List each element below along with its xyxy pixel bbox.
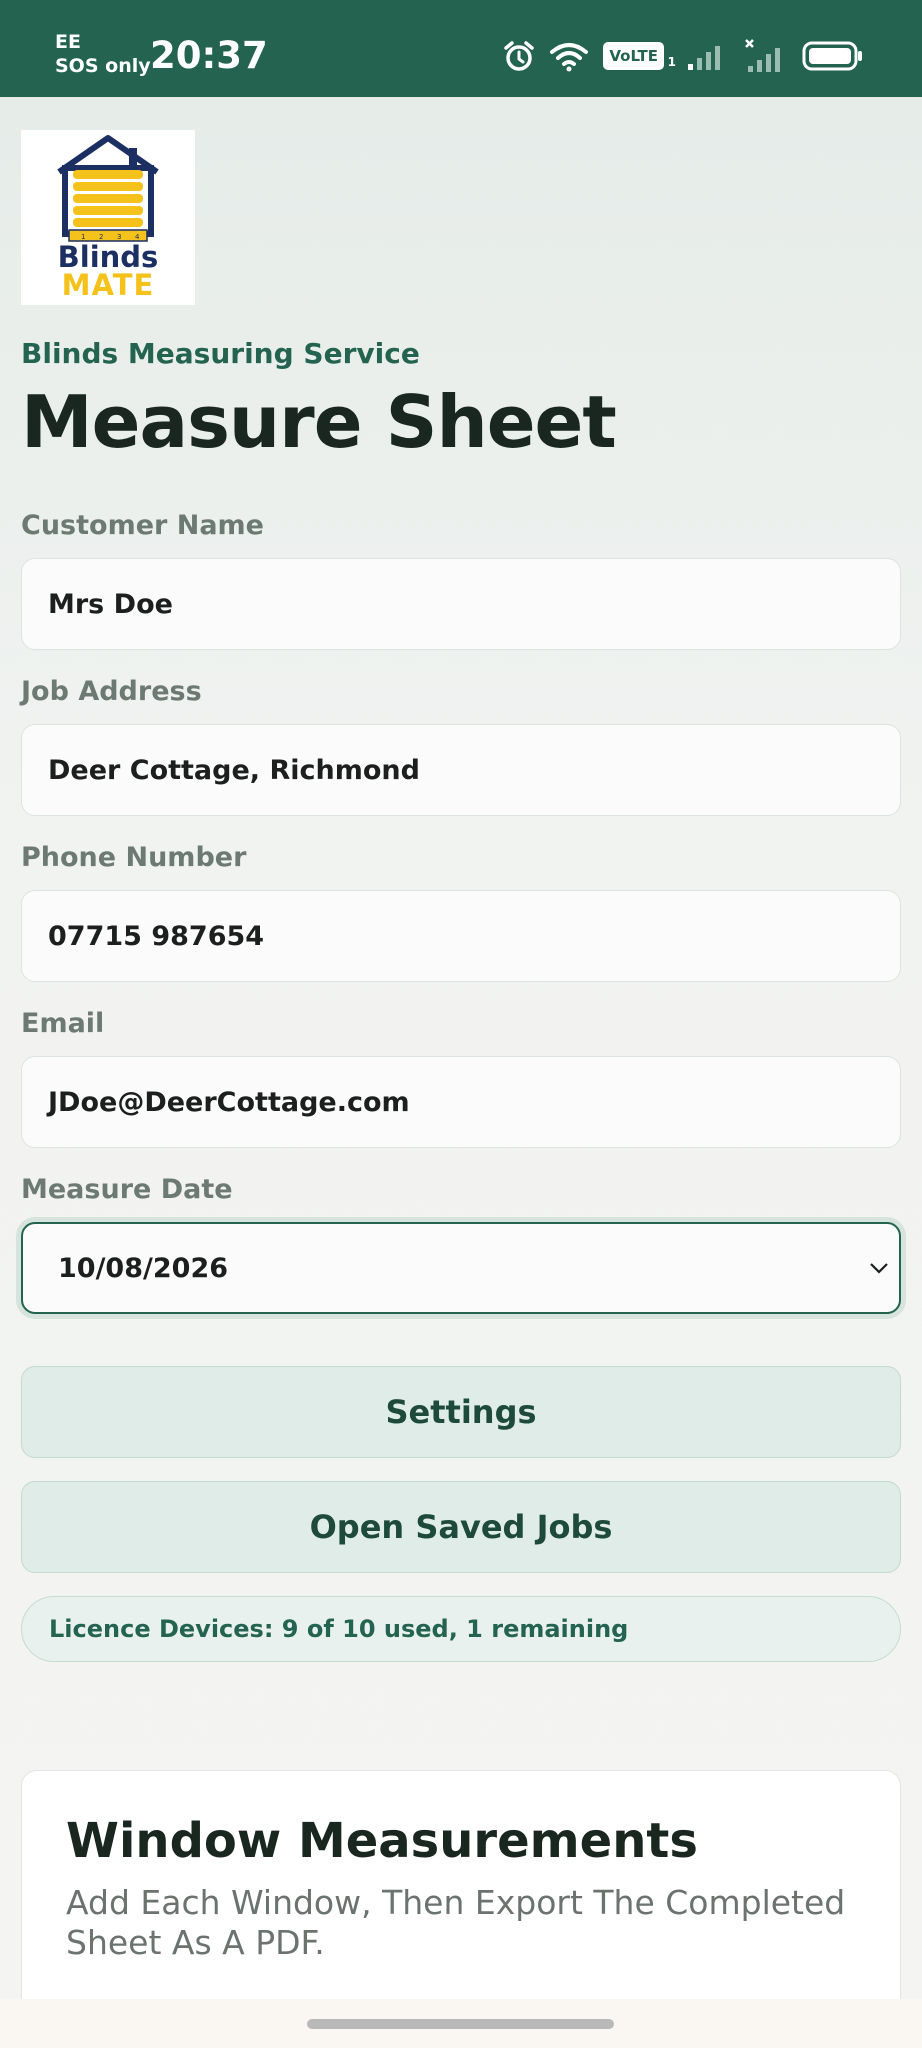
job-address-value: Deer Cottage, Richmond bbox=[48, 754, 420, 786]
customer-name-value: Mrs Doe bbox=[48, 588, 173, 620]
logo-text-mate: MATE bbox=[61, 268, 155, 302]
volte-label: VoLTE bbox=[609, 47, 658, 65]
email-value: JDoe@DeerCottage.com bbox=[48, 1086, 410, 1118]
window-measurements-subtitle: Add Each Window, Then Export The Complet… bbox=[66, 1883, 846, 1962]
open-saved-jobs-button[interactable]: Open Saved Jobs bbox=[21, 1481, 901, 1573]
email-label: Email bbox=[21, 1008, 105, 1039]
signal-icon bbox=[688, 46, 720, 70]
blinds-mate-logo: 1 2 3 4 Blinds MATE bbox=[21, 130, 195, 305]
email-input[interactable]: JDoe@DeerCottage.com bbox=[21, 1056, 901, 1148]
chevron-down-icon bbox=[870, 1263, 888, 1274]
system-nav-bar bbox=[0, 1999, 922, 2048]
job-address-label: Job Address bbox=[21, 676, 202, 707]
phone-number-value: 07715 987654 bbox=[48, 920, 265, 952]
home-gesture-handle[interactable] bbox=[307, 2019, 614, 2029]
measure-date-label: Measure Date bbox=[21, 1174, 233, 1205]
page-title: Measure Sheet bbox=[21, 380, 617, 464]
licence-status-text: Licence Devices: 9 of 10 used, 1 remaini… bbox=[49, 1615, 629, 1643]
carrier-name: EE bbox=[55, 31, 81, 53]
carrier-status: SOS only bbox=[55, 55, 151, 77]
licence-status-badge: Licence Devices: 9 of 10 used, 1 remaini… bbox=[21, 1596, 901, 1662]
job-address-input[interactable]: Deer Cottage, Richmond bbox=[21, 724, 901, 816]
volte-icon: VoLTE 1 bbox=[603, 42, 676, 70]
window-measurements-title: Window Measurements bbox=[66, 1813, 698, 1869]
no-signal-icon bbox=[745, 39, 780, 72]
phone-number-input[interactable]: 07715 987654 bbox=[21, 890, 901, 982]
status-icons: VoLTE 1 bbox=[503, 36, 864, 76]
alarm-icon bbox=[504, 41, 535, 71]
measure-date-value: 10/08/2026 bbox=[58, 1252, 229, 1284]
status-bar: EE SOS only 20:37 VoLTE 1 bbox=[0, 0, 922, 97]
battery-icon bbox=[802, 41, 862, 71]
measure-date-picker[interactable]: 10/08/2026 bbox=[21, 1222, 901, 1314]
wifi-icon bbox=[550, 43, 589, 72]
volte-sim-number: 1 bbox=[667, 55, 676, 69]
phone-number-label: Phone Number bbox=[21, 842, 247, 873]
page-subtitle: Blinds Measuring Service bbox=[21, 337, 420, 370]
house-blinds-icon: 1 2 3 4 bbox=[57, 135, 159, 242]
customer-name-input[interactable]: Mrs Doe bbox=[21, 558, 901, 650]
settings-button[interactable]: Settings bbox=[21, 1366, 901, 1458]
carrier-info: EE SOS only bbox=[55, 30, 151, 78]
customer-name-label: Customer Name bbox=[21, 510, 264, 541]
status-time: 20:37 bbox=[150, 34, 268, 77]
